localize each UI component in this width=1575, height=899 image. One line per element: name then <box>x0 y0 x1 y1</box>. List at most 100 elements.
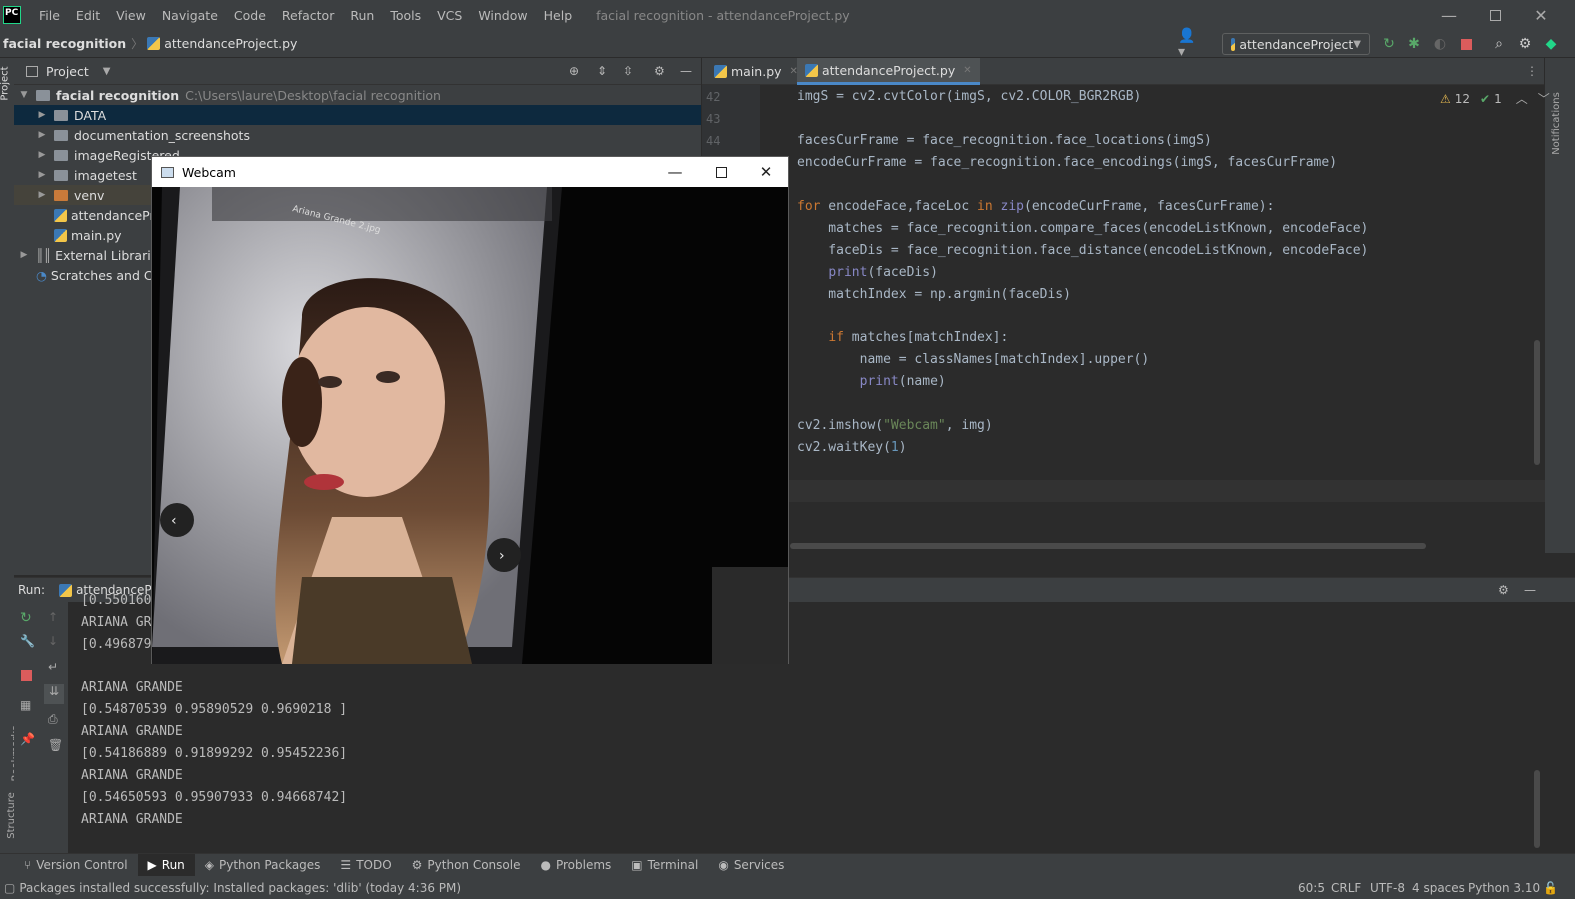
code-line: name = classNames[matchIndex].upper() <box>797 352 1150 367</box>
tab-main-py[interactable]: main.py ✕ <box>706 58 806 85</box>
run-panel-label: Run: <box>18 583 46 597</box>
wrench-icon[interactable]: 🔧 <box>20 634 35 648</box>
horizontal-scrollbar[interactable] <box>790 543 1426 549</box>
project-tool-tab[interactable]: Project <box>0 66 11 100</box>
webcam-maximize-button[interactable] <box>698 157 744 187</box>
folder-icon <box>54 149 68 161</box>
tab-attendanceproject[interactable]: attendanceProject.py ✕ <box>797 58 980 85</box>
trash-icon[interactable]: 🗑 <box>48 738 63 752</box>
run-config-selector[interactable]: attendanceProject ▼ <box>1222 33 1370 55</box>
menu-navigate[interactable]: Navigate <box>154 8 226 23</box>
hide-panel-icon[interactable]: — <box>680 64 692 78</box>
project-view-title[interactable]: Project <box>46 64 89 79</box>
tab-problems[interactable]: ● Problems <box>530 854 621 877</box>
tree-item-attendanceproject[interactable]: attendanceProj <box>54 205 165 225</box>
chevron-down-icon: ▼ <box>20 90 28 100</box>
expand-all-icon[interactable]: ⇕ <box>597 64 607 78</box>
menu-run[interactable]: Run <box>342 8 382 23</box>
caret-position[interactable]: 60:5 <box>1298 881 1325 895</box>
menu-edit[interactable]: Edit <box>68 8 108 23</box>
webcam-photo: Ariana Grande 2.jpg ‹ › <box>152 187 788 664</box>
run-settings-icon[interactable]: ⚙ <box>1498 583 1509 597</box>
tree-item-scratches[interactable]: ◔ Scratches and Cor <box>36 265 165 285</box>
notifications-tool-tab[interactable]: Notifications <box>1551 92 1562 155</box>
chevron-right-icon: ▶ <box>38 170 46 180</box>
arrow-down-icon[interactable]: ↓ <box>48 634 58 648</box>
tree-item-external-libraries[interactable]: ▶ ║║ External Libraries <box>18 245 165 265</box>
locate-icon[interactable]: ⊕ <box>569 64 579 78</box>
print-icon[interactable]: ⎙ <box>48 712 58 727</box>
pin-icon[interactable]: 📌 <box>20 732 35 746</box>
menu-help[interactable]: Help <box>536 8 581 23</box>
indent-setting[interactable]: 4 spaces <box>1412 881 1465 895</box>
stop-icon[interactable] <box>21 670 32 681</box>
menu-window[interactable]: Window <box>470 8 535 23</box>
more-tabs-icon[interactable]: ⋮ <box>1526 64 1538 78</box>
search-icon[interactable]: ⌕ <box>1490 35 1508 53</box>
folder-icon <box>36 89 50 101</box>
webcam-title: Webcam <box>182 164 236 180</box>
tree-item-main-py[interactable]: main.py <box>54 225 122 245</box>
webcam-window[interactable]: Webcam — ✕ Ariana Grande 2.jpg ‹ › <box>151 156 789 664</box>
maximize-button[interactable] <box>1472 0 1518 30</box>
tab-run[interactable]: ▶ Run <box>137 853 195 877</box>
debug-icon[interactable]: ✱ <box>1405 35 1423 53</box>
console-scrollbar[interactable] <box>1534 770 1540 848</box>
layout-icon[interactable]: ▦ <box>20 698 31 712</box>
tree-item-imagetest[interactable]: ▶ imagetest <box>36 165 137 185</box>
menu-view[interactable]: View <box>108 8 154 23</box>
tree-root[interactable]: ▼ facial recognition C:\Users\laure\Desk… <box>18 85 441 105</box>
close-tab-icon[interactable]: ✕ <box>963 65 971 76</box>
settings-gear-icon[interactable]: ⚙ <box>1516 35 1534 53</box>
breadcrumb-file[interactable]: attendanceProject.py <box>147 36 297 51</box>
breadcrumb-project[interactable]: facial recognition <box>3 36 126 51</box>
jetbrains-toolbox-icon[interactable]: ◆ <box>1542 35 1560 53</box>
tab-label: Python Packages <box>219 858 321 872</box>
menu-tools[interactable]: Tools <box>382 8 429 23</box>
python-file-icon <box>54 228 67 242</box>
tab-version-control[interactable]: ⑂ Version Control <box>14 854 138 877</box>
status-bar: ▢ Packages installed successfully: Insta… <box>0 876 1575 899</box>
line-separator[interactable]: CRLF <box>1331 881 1361 895</box>
menu-vcs[interactable]: VCS <box>429 8 470 23</box>
hide-run-panel-icon[interactable]: — <box>1524 583 1536 597</box>
chevron-up-icon[interactable]: ︿ <box>1516 90 1528 107</box>
webcam-minimize-button[interactable]: — <box>652 157 698 187</box>
scroll-to-end-icon[interactable]: ⇊ <box>44 684 64 704</box>
panel-settings-icon[interactable]: ⚙ <box>654 64 665 78</box>
python-interpreter[interactable]: Python 3.10 <box>1468 881 1540 895</box>
chevron-down-icon[interactable]: ﹀ <box>1538 90 1550 107</box>
tree-item-documentation-screenshots[interactable]: ▶ documentation_screenshots <box>36 125 250 145</box>
tab-services[interactable]: ◉ Services <box>708 854 794 877</box>
rerun-icon[interactable]: ↻ <box>20 610 32 626</box>
soft-wrap-icon[interactable]: ↵ <box>48 660 58 674</box>
status-message[interactable]: Packages installed successfully: Install… <box>19 881 461 895</box>
coverage-icon[interactable]: ◐ <box>1431 35 1449 53</box>
tab-todo[interactable]: ☰ TODO <box>330 854 401 877</box>
collapse-all-icon[interactable]: ⇳ <box>623 64 633 78</box>
minimize-icon: — <box>1441 5 1457 25</box>
console-line: [0.54650593 0.95907933 0.94668742] <box>81 790 348 805</box>
project-panel-header: Project ▼ ⊕ ⇕ ⇳ ⚙ — <box>14 58 701 85</box>
tab-python-packages[interactable]: ◈ Python Packages <box>195 854 331 877</box>
webcam-title-bar[interactable]: Webcam — ✕ <box>152 157 788 187</box>
arrow-up-icon[interactable]: ↑ <box>48 610 58 624</box>
tab-python-console[interactable]: ⚙ Python Console <box>402 854 531 877</box>
tab-terminal[interactable]: ▣ Terminal <box>621 854 708 877</box>
chevron-down-icon[interactable]: ▼ <box>103 66 111 77</box>
menu-file[interactable]: File <box>31 8 68 23</box>
vertical-scrollbar[interactable] <box>1534 340 1540 465</box>
minimize-button[interactable]: — <box>1426 0 1472 30</box>
python-file-icon <box>59 583 73 597</box>
menu-refactor[interactable]: Refactor <box>274 8 342 23</box>
tree-item-data[interactable]: ▶ DATA <box>14 105 701 125</box>
webcam-close-button[interactable]: ✕ <box>743 157 789 187</box>
menu-code[interactable]: Code <box>226 8 274 23</box>
close-window-button[interactable]: ✕ <box>1518 0 1564 30</box>
stop-button[interactable] <box>1457 35 1475 53</box>
inspection-widget[interactable]: ⚠ 12 ✔ 1 ︿ ﹀ <box>1440 90 1550 107</box>
file-encoding[interactable]: UTF-8 <box>1370 881 1405 895</box>
user-icon[interactable]: 👤▾ <box>1178 28 1196 60</box>
lock-icon[interactable]: 🔓 <box>1543 881 1558 895</box>
rerun-icon[interactable]: ↻ <box>1380 35 1398 53</box>
